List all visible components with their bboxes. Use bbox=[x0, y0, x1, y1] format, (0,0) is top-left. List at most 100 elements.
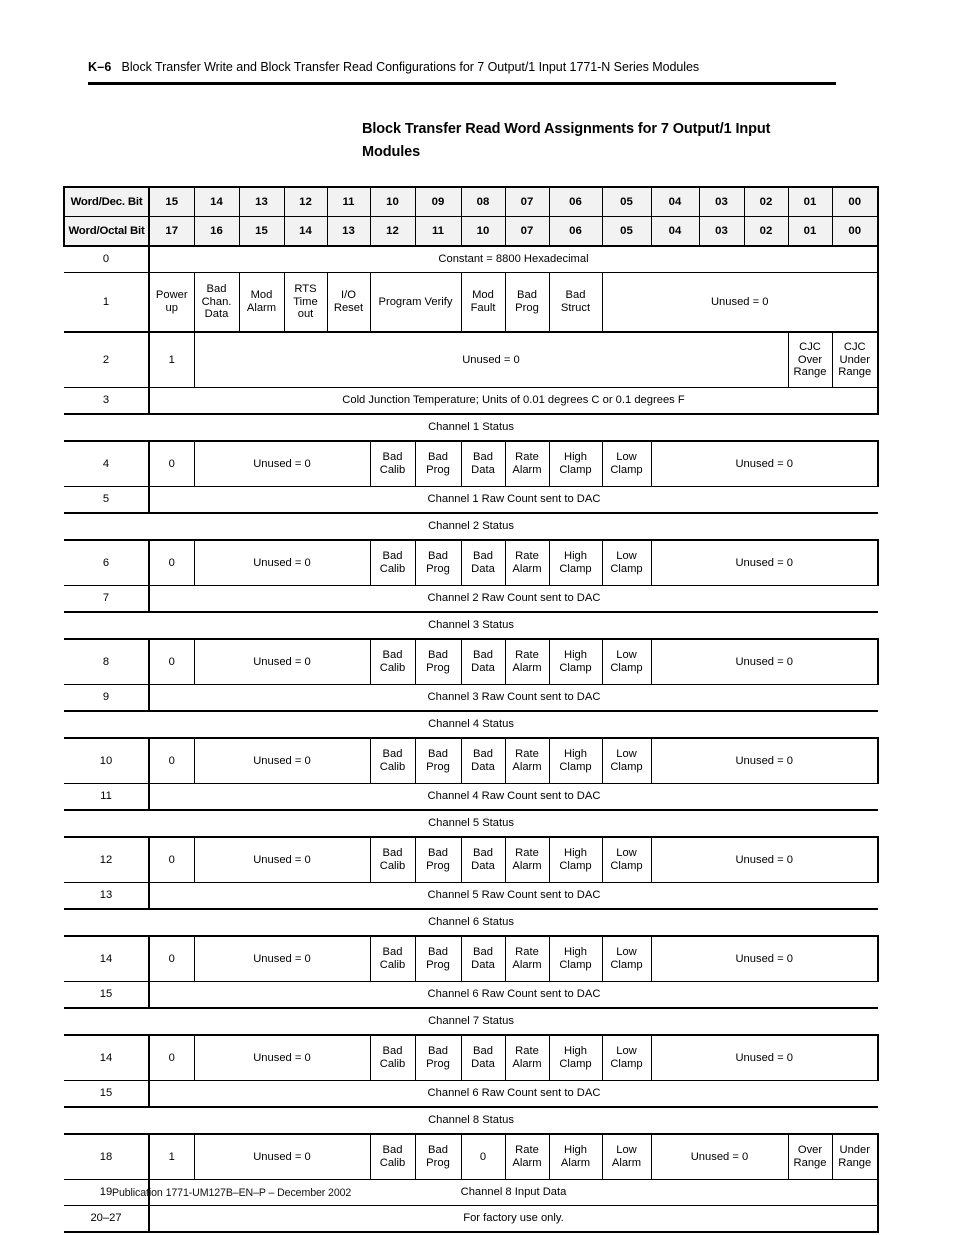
channel-4-unused-right: Unused = 0 bbox=[651, 738, 879, 784]
channel-5-low-clamp: Low Clamp bbox=[602, 837, 652, 883]
header-bit-octal-11: 11 bbox=[415, 216, 462, 247]
word2-bit01-cjc-over-range: CJC Over Range bbox=[788, 332, 833, 388]
channel-8-status-label: Channel 8 Status bbox=[64, 1107, 878, 1135]
word-number-1: 1 bbox=[64, 272, 150, 333]
word1-bit10-09-program-verify: Program Verify bbox=[370, 272, 462, 333]
table-row-channel-4-status-label: Channel 4 Status bbox=[64, 711, 878, 739]
channel-7-status-label: Channel 7 Status bbox=[64, 1008, 878, 1036]
word2-unused: Unused = 0 bbox=[194, 332, 789, 388]
header-bit-octal-10: 10 bbox=[461, 216, 506, 247]
word-number-3: 3 bbox=[64, 387, 150, 415]
header-bit-dec-05: 05 bbox=[602, 186, 652, 217]
channel-1-high-clamp: High Clamp bbox=[549, 441, 603, 487]
word1-bit11-io-reset: I/O Reset bbox=[327, 272, 371, 333]
header-bit-octal-07: 07 bbox=[505, 216, 550, 247]
word1-unused: Unused = 0 bbox=[602, 272, 879, 333]
header-bit-octal-06: 06 bbox=[549, 216, 603, 247]
channel-5-bad-calib: Bad Calib bbox=[370, 837, 416, 883]
table-row-channel-3-status-label: Channel 3 Status bbox=[64, 612, 878, 640]
running-header-page-number: K–6 bbox=[88, 60, 112, 74]
table-row-word2: 2 1 Unused = 0 CJC Over Range CJC Under … bbox=[64, 332, 879, 388]
word-number-13: 13 bbox=[64, 882, 150, 910]
channel-3-bad-data: Bad Data bbox=[461, 639, 506, 685]
word1-bit12-rts-timeout: RTS Time out bbox=[284, 272, 328, 333]
channel-4-unused-left: Unused = 0 bbox=[194, 738, 371, 784]
table-header-row-dec: Word/Dec. Bit 15 14 13 12 11 10 09 08 07… bbox=[63, 186, 879, 217]
channel-4-rate-alarm: Rate Alarm bbox=[505, 738, 550, 784]
header-bit-dec-07: 07 bbox=[505, 186, 550, 217]
word1-bit07-bad-prog: Bad Prog bbox=[505, 272, 550, 333]
header-bit-octal-03: 03 bbox=[699, 216, 745, 247]
channel-2-low-clamp: Low Clamp bbox=[602, 540, 652, 586]
channel-2-raw-count-text: Channel 2 Raw Count sent to DAC bbox=[149, 585, 878, 613]
table-row-channel-2-status-label: Channel 2 Status bbox=[64, 513, 878, 541]
header-bit-octal-13: 13 bbox=[327, 216, 371, 247]
header-bit-dec-09: 09 bbox=[415, 186, 462, 217]
word-number-7: 7 bbox=[64, 585, 150, 613]
channel-3-unused-left: Unused = 0 bbox=[194, 639, 371, 685]
channel-8-rate-alarm: Rate Alarm bbox=[505, 1134, 550, 1180]
header-bit-dec-12: 12 bbox=[284, 186, 328, 217]
header-bit-dec-06: 06 bbox=[549, 186, 603, 217]
channel-8-bad-prog: Bad Prog bbox=[415, 1134, 462, 1180]
table-row-channel-2-status: 6 0 Unused = 0 Bad Calib Bad Prog Bad Da… bbox=[64, 540, 879, 586]
channel-5-unused-left: Unused = 0 bbox=[194, 837, 371, 883]
word0-constant-text: Constant = 8800 Hexadecimal bbox=[149, 246, 879, 273]
header-bit-octal-16: 16 bbox=[194, 216, 240, 247]
channel-6-raw-count-text: Channel 6 Raw Count sent to DAC bbox=[149, 981, 878, 1009]
channel-3-rate-alarm: Rate Alarm bbox=[505, 639, 550, 685]
table-row-channel-1-status: 4 0 Unused = 0 Bad Calib Bad Prog Bad Da… bbox=[64, 441, 879, 487]
word-number-20-27: 20–27 bbox=[64, 1205, 150, 1233]
word-number-4: 4 bbox=[64, 441, 150, 487]
channel-4-high-clamp: High Clamp bbox=[549, 738, 603, 784]
channel-5-bad-prog: Bad Prog bbox=[415, 837, 462, 883]
word-number-14-ch7: 14 bbox=[64, 1035, 150, 1081]
word1-bit15-powerup: Power up bbox=[149, 272, 195, 333]
channel-6-bad-prog: Bad Prog bbox=[415, 936, 462, 982]
channel-6-low-clamp: Low Clamp bbox=[602, 936, 652, 982]
channel-1-unused-left: Unused = 0 bbox=[194, 441, 371, 487]
table-row-channel-6-status: 14 0 Unused = 0 Bad Calib Bad Prog Bad D… bbox=[64, 936, 879, 982]
channel-5-raw-count-text: Channel 5 Raw Count sent to DAC bbox=[149, 882, 878, 910]
channel-3-bad-calib: Bad Calib bbox=[370, 639, 416, 685]
channel-8-zero: 0 bbox=[461, 1134, 506, 1180]
header-bit-dec-00: 00 bbox=[832, 186, 879, 217]
table-row-word11: 11 Channel 4 Raw Count sent to DAC bbox=[64, 783, 878, 811]
table-row-factory: 20–27 For factory use only. bbox=[64, 1205, 879, 1233]
table-row-word15-ch6: 15 Channel 6 Raw Count sent to DAC bbox=[64, 981, 878, 1009]
channel-8-unused-right: Unused = 0 bbox=[651, 1134, 789, 1180]
header-bit-octal-05: 05 bbox=[602, 216, 652, 247]
running-header: K–6 Block Transfer Write and Block Trans… bbox=[88, 60, 848, 74]
header-bit-dec-04: 04 bbox=[651, 186, 700, 217]
channel-8-bad-calib: Bad Calib bbox=[370, 1134, 416, 1180]
header-bit-dec-13: 13 bbox=[239, 186, 285, 217]
table-row-channel-7-status-label: Channel 7 Status bbox=[64, 1008, 878, 1036]
word-number-9: 9 bbox=[64, 684, 150, 712]
table-row-channel-1-status-label: Channel 1 Status bbox=[64, 414, 878, 442]
channel-4-raw-count-text: Channel 4 Raw Count sent to DAC bbox=[149, 783, 878, 811]
table-row-word7: 7 Channel 2 Raw Count sent to DAC bbox=[64, 585, 878, 613]
channel-1-bad-calib: Bad Calib bbox=[370, 441, 416, 487]
channel-5-high-clamp: High Clamp bbox=[549, 837, 603, 883]
channel-6-unused-right: Unused = 0 bbox=[651, 936, 879, 982]
header-bit-dec-10: 10 bbox=[370, 186, 416, 217]
channel-7-bit15: 0 bbox=[149, 1035, 195, 1081]
word-number-12: 12 bbox=[64, 837, 150, 883]
channel-6-rate-alarm: Rate Alarm bbox=[505, 936, 550, 982]
block-transfer-read-table: Word/Dec. Bit 15 14 13 12 11 10 09 08 07… bbox=[63, 186, 879, 1233]
channel-2-bad-calib: Bad Calib bbox=[370, 540, 416, 586]
word-number-15-ch7: 15 bbox=[64, 1080, 150, 1108]
header-bit-dec-08: 08 bbox=[461, 186, 506, 217]
channel-7-unused-right: Unused = 0 bbox=[651, 1035, 879, 1081]
table-header-row-octal: Word/Octal Bit 17 16 15 14 13 12 11 10 0… bbox=[63, 216, 879, 247]
channel-5-bit15: 0 bbox=[149, 837, 195, 883]
word-number-5: 5 bbox=[64, 486, 150, 514]
header-bit-dec-14: 14 bbox=[194, 186, 240, 217]
channel-6-bit15: 0 bbox=[149, 936, 195, 982]
channel-2-high-clamp: High Clamp bbox=[549, 540, 603, 586]
table-row-channel-8-status: 18 1 Unused = 0 Bad Calib Bad Prog 0 Rat… bbox=[64, 1134, 879, 1180]
header-bit-octal-04: 04 bbox=[651, 216, 700, 247]
channel-4-bad-prog: Bad Prog bbox=[415, 738, 462, 784]
channel-2-status-label: Channel 2 Status bbox=[64, 513, 878, 541]
channel-1-status-label: Channel 1 Status bbox=[64, 414, 878, 442]
